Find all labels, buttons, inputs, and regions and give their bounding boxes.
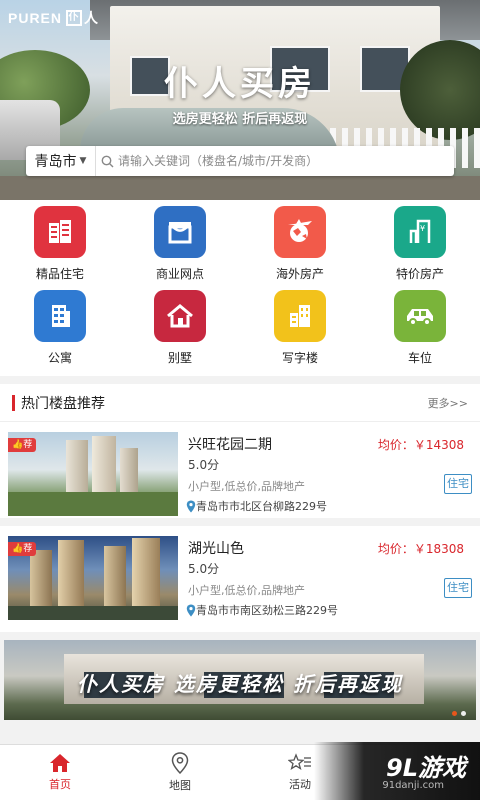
recommend-badge: 👍荐 [8, 542, 37, 556]
listing-price: 均价：￥18308 [377, 542, 464, 556]
listing-photo: 👍荐 [8, 536, 178, 620]
category-office[interactable]: 写字楼 [240, 290, 360, 374]
section-header: 热门楼盘推荐 更多>> [0, 384, 480, 422]
hero-subtitle: 选房更轻松 折后再返现 [172, 112, 308, 127]
search-input[interactable] [118, 147, 454, 175]
star-list-icon [288, 753, 311, 771]
carousel-indicator [452, 711, 466, 716]
price-door-icon: ¥ [394, 206, 446, 258]
listing-score: 5.0分 [188, 458, 220, 472]
city-selector[interactable]: 青岛市 ▼ [26, 146, 96, 176]
category-villa[interactable]: 别墅 [120, 290, 240, 374]
tab-map[interactable]: 地图 [120, 745, 240, 800]
location-pin-icon [186, 500, 196, 512]
listing-card[interactable]: 👍荐 湖光山色 均价：￥18308 5.0分 小户型,低总价,品牌地产 青岛市市… [0, 536, 480, 632]
recommend-badge: 👍荐 [8, 438, 37, 452]
watermark-site: 91danji.com [382, 780, 444, 791]
category-parking[interactable]: 车位 [360, 290, 480, 374]
listing-tags: 小户型,低总价,品牌地产 [188, 480, 305, 493]
listing-score: 5.0分 [188, 562, 220, 576]
tab-home[interactable]: 首页 [0, 745, 120, 800]
search-bar: 青岛市 ▼ [26, 146, 454, 176]
storefront-icon [154, 206, 206, 258]
villa-icon [154, 290, 206, 342]
listing-address: 青岛市市北区台柳路229号 [186, 498, 327, 514]
hero-title: 仆人买房 [164, 64, 316, 104]
watermark-logo: 9L游戏 [386, 754, 466, 782]
category-premium-residence[interactable]: 精品住宅 [0, 206, 120, 290]
search-icon [96, 146, 118, 176]
globe-plane-icon [274, 206, 326, 258]
listing-name: 兴旺花园二期 [188, 437, 272, 453]
apartment-icon [34, 290, 86, 342]
location-pin-icon [186, 604, 196, 616]
map-pin-icon [171, 752, 189, 774]
section-title: 热门楼盘推荐 [21, 395, 105, 412]
category-apartment[interactable]: 公寓 [0, 290, 120, 374]
listing-address: 青岛市市南区劲松三路229号 [186, 602, 338, 618]
property-type-tag: 住宅 [444, 474, 472, 494]
category-overseas[interactable]: 海外房产 [240, 206, 360, 290]
listing-price: 均价：￥14308 [377, 438, 464, 452]
site-watermark: 9L游戏 91danji.com [314, 742, 480, 800]
buildings-icon [34, 206, 86, 258]
listing-tags: 小户型,低总价,品牌地产 [188, 584, 305, 597]
category-commercial[interactable]: 商业网点 [120, 206, 240, 290]
app-logo: PUREN 仆 人 [8, 10, 100, 26]
property-type-tag: 住宅 [444, 578, 472, 598]
promo-banner[interactable]: 仆人买房 选房更轻松 折后再返现 [4, 640, 476, 720]
office-tower-icon [274, 290, 326, 342]
promo-banner-text: 仆人买房 选房更轻松 折后再返现 [77, 672, 403, 696]
listing-card[interactable]: 👍荐 兴旺花园二期 均价：￥14308 5.0分 小户型,低总价,品牌地产 青岛… [0, 432, 480, 528]
hero-banner: PUREN 仆 人 仆人买房 选房更轻松 折后再返现 青岛市 ▼ [0, 0, 480, 200]
car-icon [394, 290, 446, 342]
listing-name: 湖光山色 [188, 541, 244, 557]
category-grid: 精品住宅 商业网点 海外房产 ¥ 特价房产 公寓 别墅 写字楼 车位 [0, 200, 480, 376]
caret-down-icon: ▼ [79, 156, 87, 166]
home-icon [50, 754, 70, 772]
hot-listings-section: 热门楼盘推荐 更多>> 👍荐 兴旺花园二期 均价：￥14308 5.0分 小户型… [0, 384, 480, 632]
listing-photo: 👍荐 [8, 432, 178, 516]
svg-text:¥: ¥ [420, 224, 425, 233]
more-link[interactable]: 更多>> [428, 395, 468, 411]
category-special-price[interactable]: ¥ 特价房产 [360, 206, 480, 290]
